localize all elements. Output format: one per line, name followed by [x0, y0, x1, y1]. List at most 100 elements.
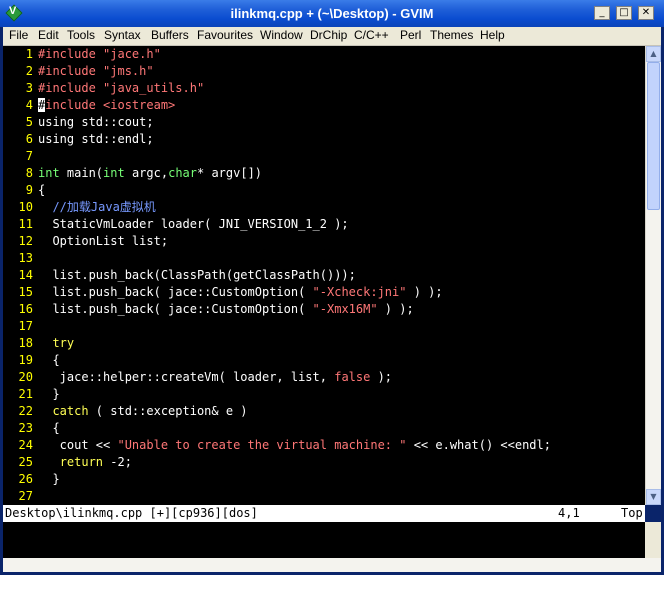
menu-buffers[interactable]: Buffers — [151, 28, 189, 42]
code-token: //加载Java虚拟机 — [38, 200, 156, 214]
code-text: list.push_back(ClassPath(getClassPath())… — [38, 267, 356, 284]
code-token: #include — [38, 47, 104, 61]
line-number: 26 — [18, 472, 33, 486]
line-number: 6 — [25, 132, 33, 146]
code-text: #include "java_utils.h" — [38, 80, 204, 97]
code-token: #include — [38, 81, 104, 95]
code-token: char — [168, 166, 197, 180]
code-token: ) ); — [406, 285, 443, 299]
code-token: -2; — [103, 455, 132, 469]
code-text: { — [38, 352, 60, 369]
code-text: #include "jms.h" — [38, 63, 154, 80]
code-token: include — [45, 98, 104, 112]
code-token: OptionList list; — [38, 234, 169, 248]
code-token: jace::helper::createVm( loader, list, — [38, 370, 335, 384]
code-token: ( std::exception& e ) — [88, 404, 248, 418]
scroll-thumb[interactable] — [647, 62, 660, 210]
code-token: using std::endl; — [38, 132, 154, 146]
line-number: 21 — [18, 387, 33, 401]
code-token: "Unable to create the virtual machine: " — [117, 438, 407, 452]
cursor-position: 4,1 — [558, 506, 580, 520]
code-token: { — [38, 183, 46, 197]
code-text: } — [38, 386, 59, 403]
code-text: catch ( std::exception& e ) — [38, 403, 248, 420]
code-token: << e.what() <<endl; — [406, 438, 551, 452]
code-token: list.push_back( jace::CustomOption( — [38, 285, 313, 299]
code-text: { — [38, 420, 60, 437]
maximize-button[interactable]: □ — [616, 6, 632, 20]
line-number: 5 — [25, 115, 33, 129]
code-text: list.push_back( jace::CustomOption( "-Xm… — [38, 301, 413, 318]
line-number: 13 — [18, 251, 33, 265]
menu-help[interactable]: Help — [480, 28, 505, 42]
window-title: ilinkmq.cpp + (~\Desktop) - GVIM — [230, 6, 434, 21]
line-number: 7 — [25, 149, 33, 163]
line-number: 15 — [18, 285, 33, 299]
line-number: 11 — [18, 217, 33, 231]
menu-syntax[interactable]: Syntax — [104, 28, 141, 42]
code-token: StaticVmLoader loader( JNI_VERSION_1_2 )… — [38, 217, 349, 231]
code-token: int — [103, 166, 125, 180]
menu-window[interactable]: Window — [260, 28, 303, 42]
line-number: 12 — [18, 234, 33, 248]
code-text: OptionList list; — [38, 233, 168, 250]
code-text: jace::helper::createVm( loader, list, fa… — [38, 369, 392, 386]
code-token: using std::cout; — [38, 115, 154, 129]
code-token: #include — [38, 64, 104, 78]
line-number: 8 — [25, 166, 33, 180]
code-token: catch — [52, 404, 89, 418]
line-number: 20 — [18, 370, 33, 384]
code-text: using std::endl; — [38, 131, 154, 148]
code-text: return -2; — [38, 454, 132, 471]
command-line[interactable] — [3, 522, 645, 558]
minimize-button[interactable]: _ — [594, 6, 610, 20]
line-number: 19 — [18, 353, 33, 367]
code-text: using std::cout; — [38, 114, 154, 131]
line-number: 27 — [18, 489, 33, 503]
line-number: 4 — [25, 98, 33, 112]
scroll-up-arrow-icon[interactable]: ▲ — [646, 46, 661, 62]
line-number: 10 — [18, 200, 33, 214]
code-token: list.push_back(ClassPath(getClassPath())… — [38, 268, 356, 282]
line-number: 16 — [18, 302, 33, 316]
code-token: } — [38, 472, 60, 486]
code-text: #include "jace.h" — [38, 46, 161, 63]
code-text: try — [38, 335, 74, 352]
code-token: "-Xmx16M" — [312, 302, 378, 316]
menu-file[interactable]: File — [9, 28, 28, 42]
line-number: 9 — [25, 183, 33, 197]
menu-drchip[interactable]: DrChip — [310, 28, 347, 42]
code-token: return — [59, 455, 104, 469]
menu-favourites[interactable]: Favourites — [197, 28, 253, 42]
code-token: "-Xcheck:jni" — [312, 285, 407, 299]
status-line: Desktop\ilinkmq.cpp [+][cp936][dos] 4,1 … — [3, 505, 645, 522]
scroll-down-arrow-icon[interactable]: ▼ — [646, 489, 661, 505]
close-button[interactable]: ✕ — [638, 6, 654, 20]
code-token: * argv[]) — [197, 166, 263, 180]
gvim-window: V ilinkmq.cpp + (~\Desktop) - GVIM _ □ ✕… — [0, 0, 664, 575]
code-text: //加载Java虚拟机 — [38, 199, 156, 216]
code-token: ); — [370, 370, 393, 384]
vertical-scrollbar[interactable]: ▲ ▼ — [645, 46, 661, 505]
menu-perl[interactable]: Perl — [400, 28, 421, 42]
menu-c-c-[interactable]: C/C++ — [354, 28, 389, 42]
line-number: 1 — [25, 47, 33, 61]
code-text: list.push_back( jace::CustomOption( "-Xc… — [38, 284, 443, 301]
menu-themes[interactable]: Themes — [430, 28, 473, 42]
code-text: } — [38, 471, 60, 488]
scrollbar-corner — [645, 522, 661, 558]
code-text: { — [38, 182, 45, 199]
code-token: { — [38, 421, 60, 435]
code-text: #include <iostream> — [38, 97, 175, 114]
code-token: "java_utils.h" — [103, 81, 205, 95]
editor-text-area[interactable]: 1 #include "jace.h" 2 #include "jms.h" 3 #inc… — [3, 46, 645, 505]
menu-tools[interactable]: Tools — [67, 28, 95, 42]
code-token: cout << — [38, 438, 118, 452]
line-number: 17 — [18, 319, 33, 333]
title-bar[interactable]: V ilinkmq.cpp + (~\Desktop) - GVIM _ □ ✕ — [0, 0, 664, 27]
menu-edit[interactable]: Edit — [38, 28, 59, 42]
line-number: 24 — [18, 438, 33, 452]
code-token: { — [38, 353, 60, 367]
